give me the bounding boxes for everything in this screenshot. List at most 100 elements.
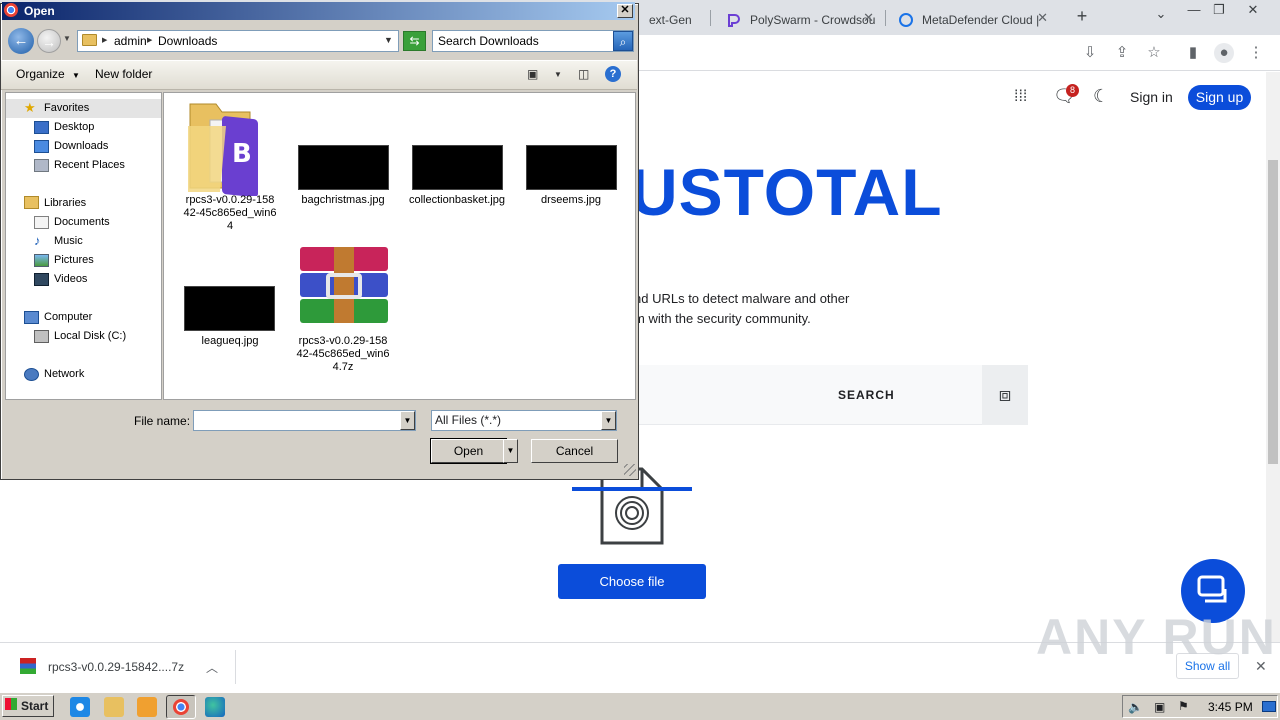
forward-button[interactable]: → [37, 29, 61, 53]
nav-recent-places[interactable]: Recent Places [54, 159, 125, 171]
refresh-button[interactable]: ⇆ [403, 31, 426, 51]
search-placeholder: Search Downloads [438, 34, 539, 48]
restore-button[interactable]: ❐ [1208, 2, 1230, 18]
nav-computer[interactable]: Computer [44, 311, 92, 323]
file-name-line: 4 [226, 220, 234, 232]
file-explorer-icon[interactable] [104, 697, 124, 717]
search-icon[interactable]: ⌕ [613, 31, 633, 51]
edge-icon[interactable] [205, 697, 225, 717]
file-name-dropdown-icon[interactable]: ▼ [400, 411, 415, 430]
view-options-chevron-icon[interactable]: ▼ [554, 70, 562, 79]
file-type-select[interactable]: All Files (*.*) [431, 410, 617, 431]
profile-avatar[interactable]: ● [1214, 43, 1234, 63]
new-tab-button[interactable]: + [1071, 6, 1093, 27]
documents-icon [34, 216, 49, 229]
media-player-icon[interactable] [137, 697, 157, 717]
notification-badge: 8 [1066, 84, 1079, 97]
apps-grid-icon[interactable]: ⁞⁞⁞ [1014, 88, 1027, 106]
star-icon: ★ [24, 100, 36, 115]
image-thumbnail [526, 145, 617, 190]
nav-videos[interactable]: Videos [54, 273, 87, 285]
nav-pictures[interactable]: Pictures [54, 254, 94, 266]
tab-label: ext-Gen [649, 12, 692, 27]
new-folder-button[interactable]: New folder [95, 67, 152, 81]
advanced-search-icon[interactable]: ⧈ [982, 365, 1028, 425]
sign-up-button[interactable]: Sign up [1188, 85, 1251, 110]
dialog-title-bar[interactable]: Open [2, 2, 635, 20]
file-name-input[interactable] [193, 410, 416, 431]
file-name-line: 4.7z [332, 361, 354, 373]
tab-separator [885, 10, 886, 26]
nav-desktop[interactable]: Desktop [54, 121, 94, 133]
network-tray-icon[interactable]: ▣ [1154, 700, 1165, 714]
windows-logo-icon [5, 698, 17, 710]
action-center-flag-icon[interactable]: ⚑ [1178, 699, 1189, 713]
cancel-button[interactable]: Cancel [531, 439, 618, 463]
nav-network[interactable]: Network [44, 368, 84, 380]
show-desktop-icon[interactable] [1262, 701, 1276, 712]
nav-downloads[interactable]: Downloads [54, 140, 108, 152]
close-icon[interactable]: ✕ [1037, 10, 1048, 26]
share-icon[interactable]: ⇪ [1112, 43, 1132, 63]
file-name-label: File name: [134, 414, 191, 428]
file-name-line: rpcs3-v0.0.29-158 [185, 194, 275, 206]
close-window-button[interactable]: ✕ [1242, 2, 1264, 18]
tab-search-button[interactable]: ⌄ [1150, 6, 1172, 22]
anyrun-watermark: ANY RUN [1036, 609, 1277, 665]
file-name-line: 42-45c865ed_win6 [296, 348, 390, 360]
virustotal-description: nd URLs to detect malware and other m wi… [634, 289, 894, 329]
resize-grip[interactable] [624, 464, 636, 476]
browser-tab-metadefender[interactable]: MetaDefender Cloud | ✕ [888, 4, 1058, 35]
chevron-down-icon: ▼ [72, 71, 80, 80]
folder-icon [82, 34, 97, 46]
browser-tab-polyswarm[interactable]: PolySwarm - Crowdsou ✕ [716, 4, 884, 35]
page-scrollbar[interactable] [1266, 72, 1280, 642]
nav-favorites[interactable]: Favorites [44, 102, 89, 114]
menu-kebab-icon[interactable]: ⋮ [1246, 43, 1266, 63]
dark-mode-icon[interactable]: ☾ [1093, 86, 1109, 107]
dialog-title: Open [24, 4, 55, 18]
disk-drive-icon [34, 330, 49, 343]
breadcrumb-chevron-icon[interactable]: ▶ [147, 36, 152, 44]
scrollbar-thumb[interactable] [1268, 160, 1278, 464]
choose-file-button[interactable]: Choose file [558, 564, 706, 599]
search-button[interactable]: SEARCH [838, 388, 895, 402]
music-icon: ♪ [34, 233, 41, 248]
breadcrumb-chevron-icon[interactable]: ▶ [102, 36, 107, 44]
organize-menu[interactable]: Organize ▼ [16, 67, 80, 81]
open-options-dropdown-icon[interactable]: ▼ [503, 439, 518, 463]
minimize-button[interactable]: — [1183, 2, 1205, 17]
search-field[interactable] [636, 365, 1028, 425]
change-view-icon[interactable]: ▣ [527, 67, 538, 81]
internet-explorer-icon[interactable] [70, 697, 90, 717]
help-icon[interactable]: ? [605, 66, 621, 82]
taskbar-clock[interactable]: 3:45 PM [1208, 700, 1253, 714]
side-panel-icon[interactable]: ▮ [1183, 43, 1203, 63]
nav-documents[interactable]: Documents [54, 216, 110, 228]
nav-libraries[interactable]: Libraries [44, 197, 86, 209]
install-app-icon[interactable]: ⇩ [1080, 43, 1100, 63]
breadcrumb-admin[interactable]: admin [114, 34, 147, 48]
chrome-icon [173, 699, 189, 715]
volume-icon[interactable]: 🔈 [1128, 700, 1143, 714]
bookmark-star-icon[interactable]: ☆ [1144, 43, 1164, 63]
chevron-up-icon[interactable]: ︿ [206, 659, 218, 676]
nav-music[interactable]: Music [54, 235, 83, 247]
file-name-label: leagueq.jpg [201, 335, 259, 347]
download-item[interactable]: rpcs3-v0.0.29-15842....7z [48, 660, 184, 674]
browser-tab-1[interactable]: ext-Gen [639, 4, 709, 35]
open-button[interactable]: Open [431, 439, 506, 463]
recent-locations-chevron-icon[interactable]: ▼ [63, 34, 71, 43]
nav-local-disk[interactable]: Local Disk (C:) [54, 330, 126, 342]
breadcrumb-downloads[interactable]: Downloads [158, 34, 217, 48]
start-label: Start [21, 699, 49, 713]
downloads-folder-icon [34, 140, 49, 153]
address-dropdown-icon[interactable]: ▼ [384, 35, 393, 45]
preview-pane-icon[interactable]: ◫ [578, 67, 589, 81]
dialog-close-button[interactable]: ✕ [617, 4, 633, 18]
file-type-dropdown-icon[interactable]: ▼ [601, 411, 616, 430]
close-icon[interactable]: ✕ [863, 10, 874, 26]
chrome-task-button[interactable] [166, 695, 196, 719]
sign-in-link[interactable]: Sign in [1130, 89, 1173, 105]
back-button[interactable]: ← [8, 28, 34, 54]
